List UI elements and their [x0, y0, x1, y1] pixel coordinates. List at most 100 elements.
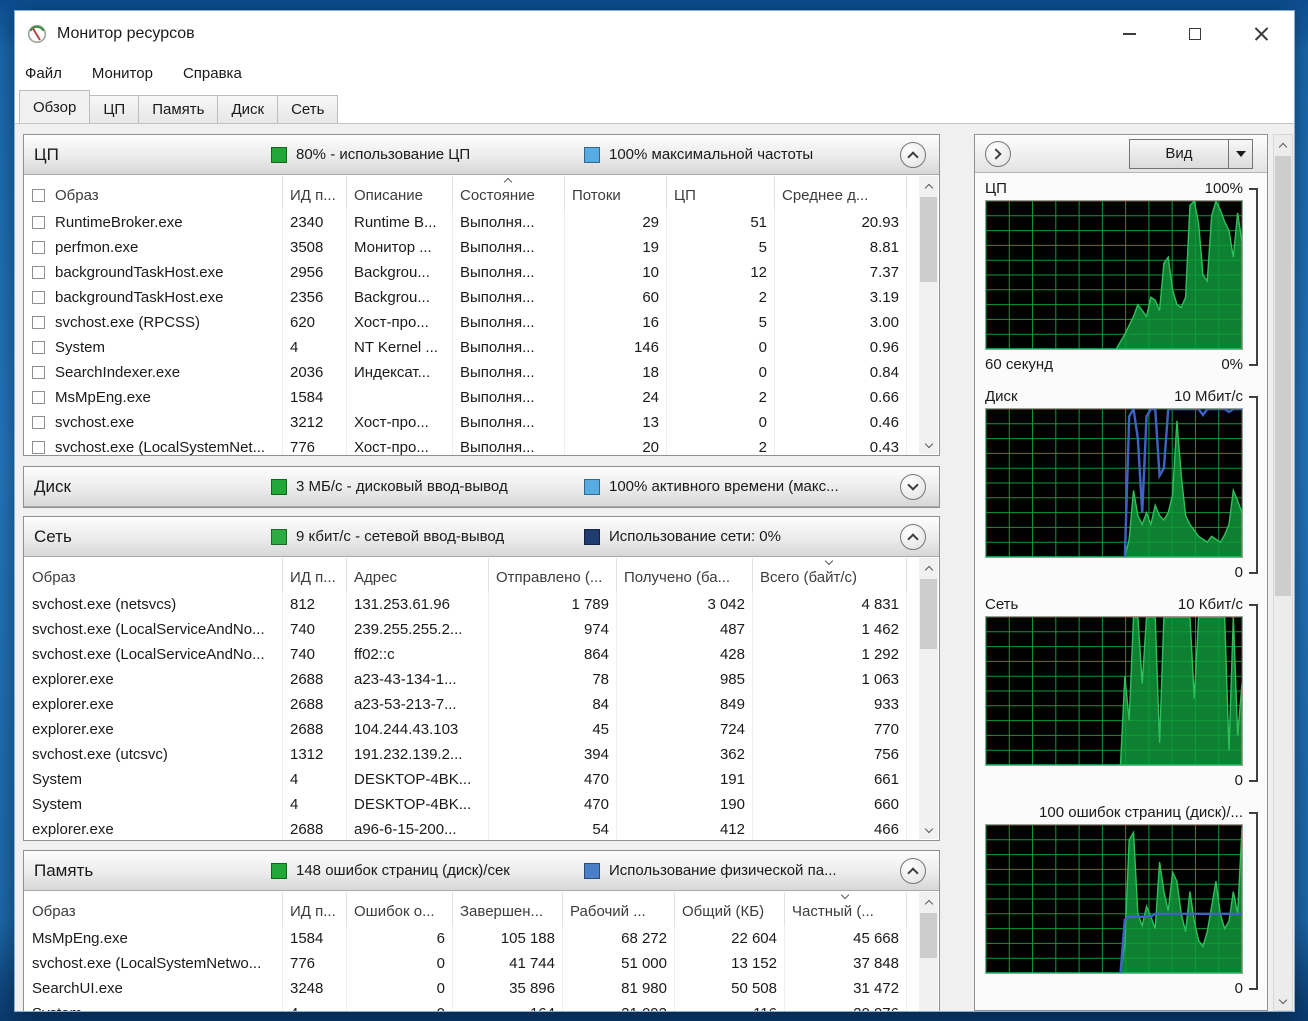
- scroll-up-icon[interactable]: [1274, 135, 1292, 154]
- row-checkbox[interactable]: [32, 441, 45, 454]
- scroll-up-icon[interactable]: [919, 892, 938, 911]
- table-cell: 776: [283, 435, 347, 455]
- disk-expand-button[interactable]: [900, 474, 926, 500]
- menu-item-help[interactable]: Справка: [183, 65, 242, 82]
- column-header[interactable]: Потоки: [565, 176, 667, 210]
- column-header[interactable]: Завершен...: [453, 892, 563, 926]
- menu-item-monitor[interactable]: Монитор: [92, 65, 153, 82]
- table-cell: 84: [489, 692, 617, 717]
- row-checkbox[interactable]: [32, 266, 45, 279]
- blue-legend-icon: [584, 479, 600, 495]
- scroll-up-icon[interactable]: [919, 176, 938, 195]
- disk-section-header[interactable]: Диск 3 МБ/с - дисковый ввод-вывод 100% а…: [24, 467, 939, 507]
- title-bar[interactable]: Монитор ресурсов: [15, 11, 1294, 56]
- scroll-up-icon[interactable]: [919, 558, 938, 577]
- tab-cpu[interactable]: ЦП: [89, 95, 139, 123]
- view-dropdown-button[interactable]: Вид: [1129, 139, 1253, 169]
- table-row[interactable]: backgroundTaskHost.exe2356Backgrou...Вып…: [25, 285, 917, 310]
- close-button[interactable]: [1228, 11, 1294, 56]
- tab-overview[interactable]: Обзор: [19, 90, 90, 123]
- column-header[interactable]: Состояние: [453, 176, 565, 210]
- table-row[interactable]: System4DESKTOP-4BK...470191661: [25, 767, 917, 792]
- scrollbar-thumb[interactable]: [920, 913, 937, 958]
- table-row[interactable]: svchost.exe (LocalServiceAndNo...740239.…: [25, 617, 917, 642]
- table-row[interactable]: System4DESKTOP-4BK...470190660: [25, 792, 917, 817]
- table-row[interactable]: SearchIndexer.exe2036Индексат...Выполня.…: [25, 360, 917, 385]
- minimize-button[interactable]: [1096, 11, 1162, 56]
- menu-item-file[interactable]: Файл: [25, 65, 62, 82]
- table-row[interactable]: svchost.exe (LocalSystemNetwo...776041 7…: [25, 951, 917, 976]
- table-row[interactable]: RuntimeBroker.exe2340Runtime B...Выполня…: [25, 210, 917, 235]
- table-row[interactable]: System4NT Kernel ...Выполня...14600.96: [25, 335, 917, 360]
- column-header[interactable]: Всего (байт/с): [753, 558, 907, 592]
- column-header[interactable]: Описание: [347, 176, 453, 210]
- table-row[interactable]: svchost.exe (RPCSS)620Хост-про...Выполня…: [25, 310, 917, 335]
- maximize-button[interactable]: [1162, 11, 1228, 56]
- tab-network[interactable]: Сеть: [277, 95, 338, 123]
- memory-collapse-button[interactable]: [900, 858, 926, 884]
- cpu-usage-legend: 80% - использование ЦП: [271, 135, 470, 174]
- scroll-down-icon[interactable]: [1274, 991, 1292, 1010]
- network-section-header[interactable]: Сеть 9 кбит/с - сетевой ввод-вывод Испол…: [24, 517, 939, 557]
- column-header[interactable]: Общий (КБ): [675, 892, 785, 926]
- table-row[interactable]: explorer.exe2688a23-53-213-7...84849933: [25, 692, 917, 717]
- network-table-scrollbar[interactable]: [919, 558, 938, 839]
- graphs-panel-scrollbar[interactable]: [1273, 134, 1293, 1011]
- table-row[interactable]: svchost.exe (LocalServiceAndNo...740ff02…: [25, 642, 917, 667]
- cpu-section-header[interactable]: ЦП 80% - использование ЦП 100% максималь…: [24, 135, 939, 175]
- view-dropdown-arrow[interactable]: [1228, 140, 1252, 168]
- scrollbar-thumb[interactable]: [920, 197, 937, 282]
- row-checkbox[interactable]: [32, 366, 45, 379]
- table-row[interactable]: svchost.exe3212Хост-про...Выполня...1300…: [25, 410, 917, 435]
- row-checkbox[interactable]: [32, 416, 45, 429]
- column-header[interactable]: ИД п...: [283, 176, 347, 210]
- column-header[interactable]: ИД п...: [283, 558, 347, 592]
- memory-section-header[interactable]: Память 148 ошибок страниц (диск)/сек Исп…: [24, 851, 939, 891]
- table-row[interactable]: svchost.exe (LocalSystemNet...776Хост-пр…: [25, 435, 917, 455]
- column-header[interactable]: Образ: [25, 892, 283, 926]
- table-row[interactable]: perfmon.exe3508Монитор ...Выполня...1958…: [25, 235, 917, 260]
- table-row[interactable]: explorer.exe2688104.244.43.10345724770: [25, 717, 917, 742]
- column-header[interactable]: ИД п...: [283, 892, 347, 926]
- column-header[interactable]: Адрес: [347, 558, 489, 592]
- column-header[interactable]: ЦП: [667, 176, 775, 210]
- column-header[interactable]: Образ: [25, 558, 283, 592]
- select-all-checkbox[interactable]: [32, 189, 45, 202]
- scrollbar-thumb[interactable]: [920, 579, 937, 649]
- memory-table-scrollbar[interactable]: [919, 892, 938, 1012]
- row-checkbox[interactable]: [32, 316, 45, 329]
- table-row[interactable]: svchost.exe (netsvcs)812131.253.61.961 7…: [25, 592, 917, 617]
- table-row[interactable]: SearchUI.exe3248035 89681 98050 50831 47…: [25, 976, 917, 1001]
- scroll-down-icon[interactable]: [919, 820, 938, 839]
- table-row[interactable]: explorer.exe2688a96-6-15-200...54412466: [25, 817, 917, 840]
- tab-disk[interactable]: Диск: [217, 95, 278, 123]
- table-row[interactable]: System4016421 09211620 976: [25, 1001, 917, 1012]
- row-checkbox[interactable]: [32, 291, 45, 304]
- column-header[interactable]: Отправлено (...: [489, 558, 617, 592]
- table-row[interactable]: MsMpEng.exe15846105 18868 27222 60445 66…: [25, 926, 917, 951]
- column-header[interactable]: Ошибок о...: [347, 892, 453, 926]
- tab-memory[interactable]: Память: [138, 95, 218, 123]
- table-row[interactable]: svchost.exe (utcsvc)1312191.232.139.2...…: [25, 742, 917, 767]
- column-header[interactable]: Частный (...: [785, 892, 907, 926]
- network-utilization-legend: Использование сети: 0%: [584, 517, 781, 556]
- table-row[interactable]: MsMpEng.exe1584Выполня...2420.66: [25, 385, 917, 410]
- row-checkbox[interactable]: [32, 216, 45, 229]
- column-header[interactable]: Среднее д...: [775, 176, 907, 210]
- row-checkbox[interactable]: [32, 241, 45, 254]
- cpu-collapse-button[interactable]: [900, 142, 926, 168]
- panel-expand-button[interactable]: [985, 141, 1011, 167]
- row-checkbox[interactable]: [32, 341, 45, 354]
- column-header[interactable]: Получено (ба...: [617, 558, 753, 592]
- column-header[interactable]: Рабочий ...: [563, 892, 675, 926]
- table-row[interactable]: backgroundTaskHost.exe2956Backgrou...Вып…: [25, 260, 917, 285]
- scroll-down-icon[interactable]: [919, 435, 938, 454]
- column-header[interactable]: Образ: [25, 176, 283, 210]
- row-checkbox[interactable]: [32, 391, 45, 404]
- table-row[interactable]: explorer.exe2688a23-43-134-1...789851 06…: [25, 667, 917, 692]
- network-collapse-button[interactable]: [900, 524, 926, 550]
- cpu-table-scrollbar[interactable]: [919, 176, 938, 454]
- scroll-down-icon[interactable]: [919, 1007, 938, 1012]
- scrollbar-thumb[interactable]: [1275, 156, 1291, 596]
- table-cell: 4: [283, 1001, 347, 1012]
